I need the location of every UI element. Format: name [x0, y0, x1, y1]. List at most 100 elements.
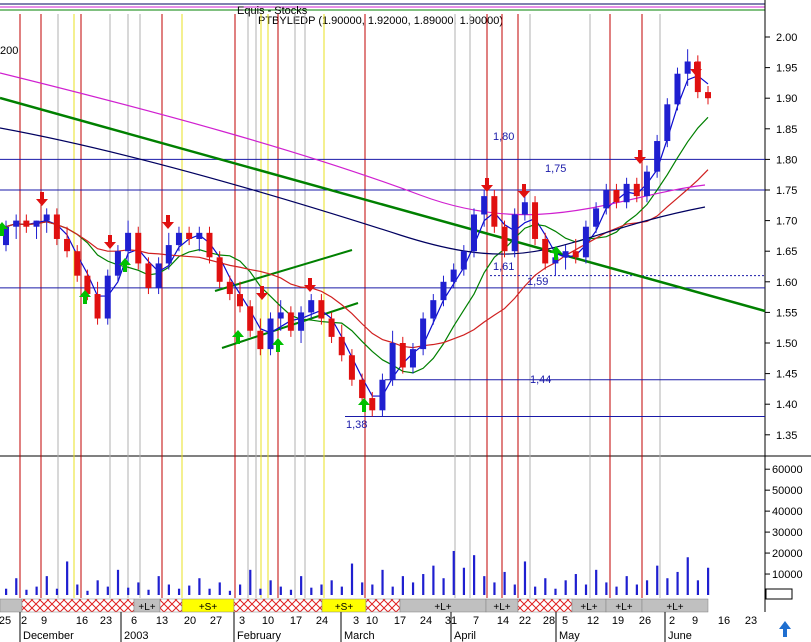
- volume-bar: [462, 567, 466, 595]
- segment-label: +L+: [138, 602, 155, 613]
- volume-bar: [228, 590, 232, 595]
- segment-label: +L+: [615, 602, 632, 613]
- candle-body: [196, 232, 203, 239]
- candle-body: [114, 251, 121, 276]
- candle-body: [237, 294, 243, 307]
- volume-bar: [391, 586, 394, 595]
- price-tick-label: 1.90: [776, 93, 797, 105]
- volume-bar: [666, 578, 669, 595]
- candle-body: [684, 61, 691, 74]
- volume-bar: [605, 582, 608, 595]
- volume-bar: [544, 578, 547, 595]
- volume-bar: [656, 565, 659, 595]
- volume-bar: [127, 587, 130, 595]
- volume-bar: [361, 582, 364, 595]
- candle-body: [705, 92, 711, 99]
- volume-bar: [554, 588, 557, 595]
- date-tick-label: 16: [718, 615, 730, 627]
- red-down-arrow-icon: [36, 192, 48, 206]
- header-band: Equis - Stocks PTBYLEDP (1.90000, 1.9200…: [0, 3, 765, 57]
- candle-body: [155, 263, 162, 288]
- candle-body: [633, 183, 640, 197]
- price-tick-label: 1.55: [776, 307, 797, 319]
- month-label: December: [23, 630, 74, 642]
- date-tick-label: 24: [316, 615, 328, 627]
- candle-body: [450, 269, 457, 282]
- segment-hatch: [365, 598, 401, 613]
- candle-body: [216, 257, 223, 282]
- candle-body: [389, 343, 396, 380]
- volume-bar: [595, 569, 598, 595]
- candle-body: [471, 214, 477, 252]
- candle-body: [226, 281, 233, 295]
- partial-left-label: 200: [0, 45, 18, 57]
- green-up-arrow-icon: [358, 398, 370, 412]
- volume-bar: [45, 576, 48, 595]
- price-annotation-label: 1,75: [545, 163, 566, 175]
- volume-bar: [55, 588, 59, 595]
- month-label: June: [668, 630, 692, 642]
- volume-bar: [96, 580, 99, 595]
- volume-bar: [513, 584, 516, 595]
- candle-body: [379, 379, 386, 411]
- candle-body: [572, 251, 579, 258]
- date-tick-label: 14: [497, 615, 509, 627]
- volume-bar: [330, 580, 333, 595]
- volume-bar: [289, 589, 293, 595]
- price-tick-label: 2.00: [776, 32, 797, 44]
- volume-bar: [239, 584, 242, 595]
- volume-bar: [340, 586, 343, 595]
- volume-bar: [188, 585, 191, 595]
- candle-body: [165, 245, 172, 264]
- segment-hatch: [21, 598, 135, 613]
- candle-body: [23, 220, 30, 227]
- date-tick-label: 17: [394, 615, 406, 627]
- price-tick-label: 1.45: [776, 369, 797, 381]
- date-tick-label: 2: [21, 615, 27, 627]
- price-annotation-label: 1,38: [346, 419, 367, 431]
- volume-bar: [432, 565, 435, 595]
- segment-grey: [0, 598, 23, 613]
- price-chart: Equis - Stocks PTBYLEDP (1.90000, 1.9200…: [0, 0, 811, 642]
- month-label: May: [559, 630, 580, 642]
- volume-bar: [279, 586, 282, 595]
- candle-body: [562, 251, 569, 258]
- volume-bar: [249, 569, 252, 595]
- candle-body: [13, 220, 20, 227]
- volume-bar: [645, 580, 649, 595]
- scroll-up-button[interactable]: [772, 618, 798, 640]
- candle-body: [328, 318, 335, 337]
- month-label: April: [454, 630, 476, 642]
- candle-body: [532, 202, 539, 239]
- price-annotation-label: 1,44: [530, 374, 551, 386]
- candle-body: [674, 73, 681, 105]
- price-tick-label: 1.70: [776, 216, 797, 228]
- scroll-box[interactable]: [765, 588, 793, 600]
- candle-body: [125, 232, 132, 252]
- volume-bar: [422, 574, 425, 595]
- red-down-arrow-icon: [634, 150, 646, 164]
- channel-upper-line: [214, 249, 353, 292]
- volume-bar: [483, 576, 486, 595]
- volume-bar: [503, 571, 506, 595]
- segment-label: +L+: [666, 602, 683, 613]
- candle-body: [135, 232, 142, 264]
- segment-label: +S+: [199, 602, 218, 613]
- candle-body: [74, 251, 81, 276]
- volume-bar: [269, 580, 272, 595]
- segment-label: +L+: [434, 602, 451, 613]
- price-tick-label: 1.75: [776, 185, 797, 197]
- date-tick-label: 22: [519, 615, 531, 627]
- moving-averages: [0, 72, 709, 397]
- candle-body: [318, 300, 325, 319]
- price-annotation-label: 1,80: [493, 131, 514, 143]
- volume-bar: [676, 571, 679, 595]
- candle-body: [643, 171, 650, 197]
- segment-hatch: [517, 598, 573, 613]
- price-tick-label: 1.35: [776, 430, 797, 442]
- candle-body: [308, 300, 315, 313]
- candle-body: [94, 294, 101, 319]
- candle-body: [145, 263, 152, 288]
- red-down-arrow-icon: [104, 235, 116, 249]
- volume-bar: [401, 576, 404, 595]
